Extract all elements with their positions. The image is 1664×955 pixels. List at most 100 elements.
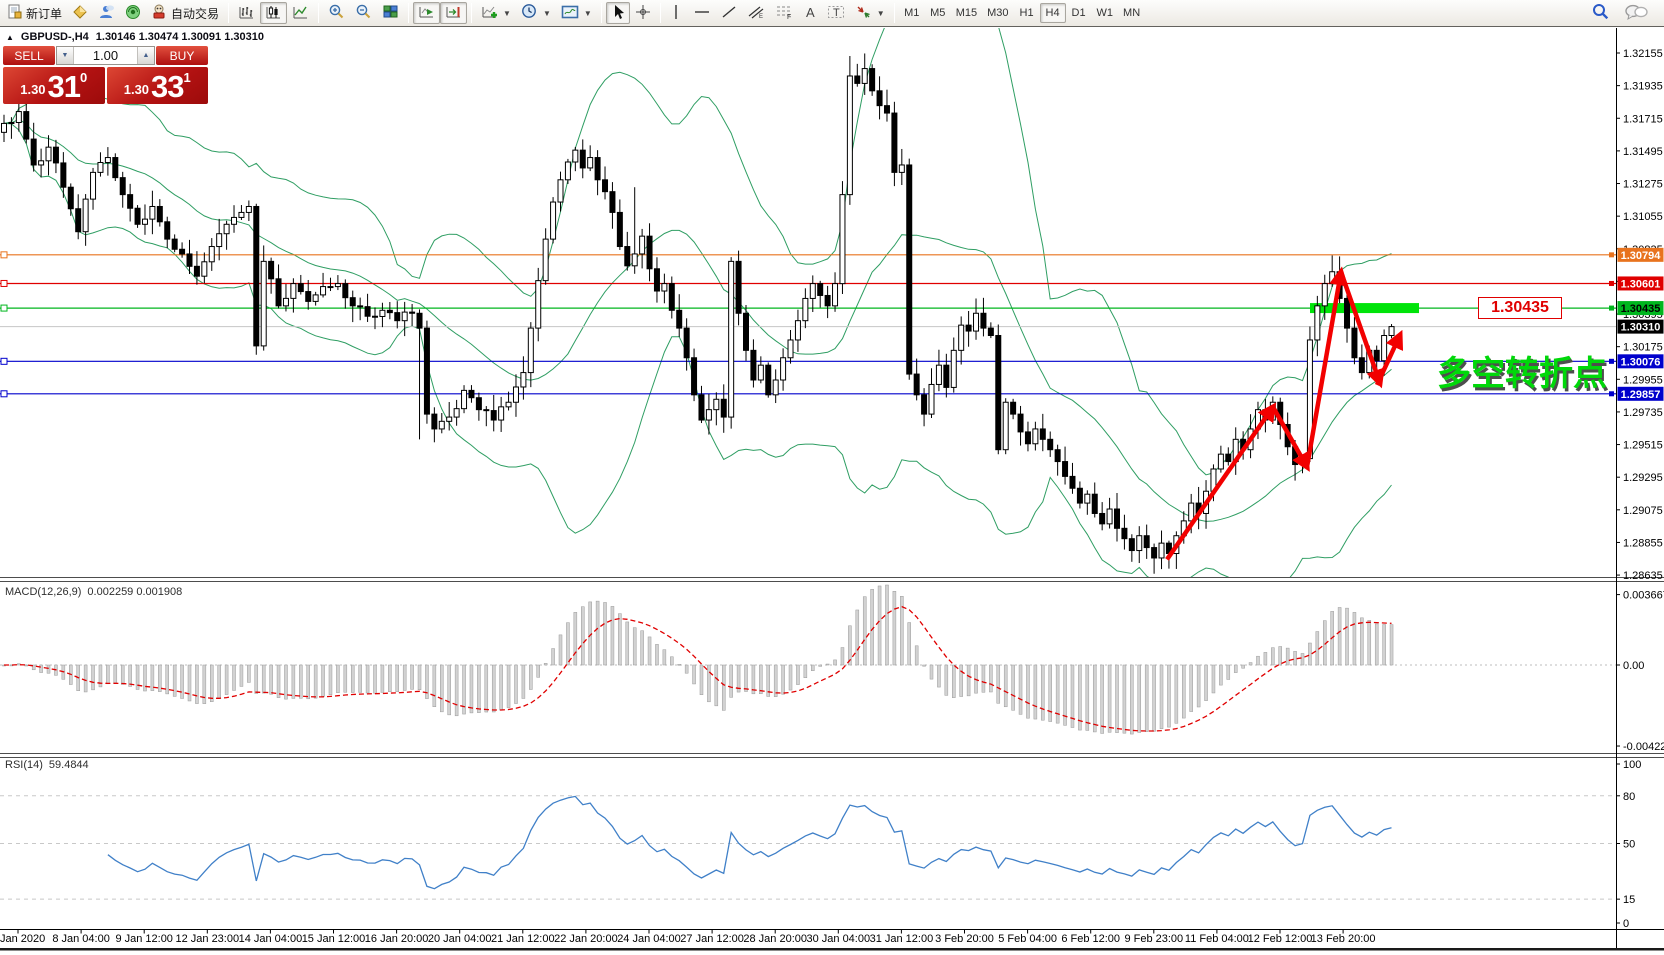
main-price-pane[interactable] [0,28,1616,594]
macd-histogram-bar [314,665,317,698]
trend-arrow[interactable] [1273,407,1307,467]
line-anchor-marker[interactable] [1,358,7,364]
zoom-out-button[interactable] [350,2,377,24]
fibonacci-button[interactable]: F [770,2,798,24]
auto-trading-button[interactable]: 自动交易 [146,2,224,24]
timeframe-button-M5[interactable]: M5 [925,3,951,23]
price-callout[interactable]: 1.30435 [1478,297,1562,319]
candle-up [929,384,934,414]
volume-value[interactable]: 1.00 [74,47,137,64]
collapse-icon[interactable]: ▲ [6,33,14,42]
signal-button[interactable] [120,2,146,24]
buy-price[interactable]: 1.30 33 1 [107,67,209,104]
rsi-axis-label: 80 [1623,791,1635,803]
horizontal-line-button[interactable] [688,2,716,24]
candle-up [499,407,504,420]
macd-histogram-bar [611,606,614,665]
profile-button[interactable] [67,2,93,24]
time-axis[interactable]: 6 Jan 20208 Jan 04:009 Jan 12:0012 Jan 2… [0,930,1376,946]
timeframe-button-H4[interactable]: H4 [1040,3,1066,23]
timeframe-button-M1[interactable]: M1 [899,3,925,23]
macd-histogram-bar [374,665,377,693]
trend-arrow[interactable] [1377,335,1400,385]
crosshair-button[interactable] [630,2,656,24]
macd-histogram-bar [121,665,124,684]
line-anchor-marker[interactable] [1,305,7,311]
sell-button[interactable]: SELL [3,46,55,65]
candle-up [462,390,467,408]
price-tag-1.29857-text: 1.29857 [1621,389,1661,401]
sell-price[interactable]: 1.30 31 0 [3,67,105,104]
candle-up [447,417,452,421]
line-anchor-marker [1609,281,1614,286]
macd-histogram-bar [648,637,651,665]
macd-histogram-bar [299,665,302,698]
chat-icon[interactable] [1624,3,1648,24]
volume-up-button[interactable]: ▲ [137,47,154,64]
auto-scroll-button[interactable] [413,2,440,24]
trendline-button[interactable] [716,2,742,24]
trend-arrow[interactable] [1167,407,1273,559]
timeframe-button-D1[interactable]: D1 [1066,3,1092,23]
periods-button[interactable]: ▼ [516,2,556,24]
text-button[interactable]: A [798,2,822,24]
candlestick-button[interactable] [260,2,287,24]
timeframe-button-H1[interactable]: H1 [1014,3,1040,23]
macd-histogram-bar [1294,651,1297,665]
price-tick-label: 1.29515 [1623,440,1663,452]
candle-up [1218,454,1223,469]
arrows-button[interactable]: ▼ [850,2,890,24]
chart-canvas[interactable]: 1.321551.319351.317151.314951.312751.310… [0,28,1664,955]
tile-windows-button[interactable] [377,2,404,24]
candle-down [617,212,622,246]
time-tick-label: 12 Jan 23:00 [175,933,239,945]
candle-up [588,158,593,168]
timeframe-button-W1[interactable]: W1 [1092,3,1119,23]
macd-histogram-bar [566,623,569,665]
chart-window[interactable]: 1.321551.319351.317151.314951.312751.310… [0,28,1664,955]
price-axis[interactable]: 1.321551.319351.317151.314951.312751.310… [1609,48,1664,930]
macd-histogram-bar [166,665,169,694]
indicators-button[interactable]: ▼ [476,2,516,24]
volume-down-button[interactable]: ▼ [57,47,74,64]
bar-chart-button[interactable] [233,2,260,24]
new-order-button[interactable]: 新订单 [2,2,67,24]
line-anchor-marker[interactable] [1,280,7,286]
time-tick-label: 28 Jan 20:00 [743,933,807,945]
macd-histogram-bar [707,665,710,702]
candle-up [840,195,845,284]
trend-arrows[interactable] [1167,272,1400,559]
timeframe-button-MN[interactable]: MN [1118,3,1145,23]
turning-point-annotation[interactable]: 多空转折点 [1437,356,1607,392]
search-icon[interactable] [1591,2,1610,24]
timeframe-button-M15[interactable]: M15 [951,3,982,23]
macd-histogram-bar [811,665,814,671]
line-chart-button[interactable] [287,2,314,24]
templates-button[interactable]: ▼ [556,2,597,24]
vertical-line-button[interactable] [665,2,688,24]
rsi-value: 59.4844 [49,759,89,771]
toolbar-separator [228,3,229,23]
macd-histogram-bar [989,665,992,692]
cursor-button[interactable] [606,2,630,24]
zoom-in-button[interactable] [323,2,350,24]
macd-histogram-bar [789,665,792,690]
candle-down [870,69,875,91]
macd-histogram-bar [655,644,658,665]
channel-button[interactable]: E [742,2,770,24]
candle-up [16,112,21,123]
label-button[interactable]: T [822,2,850,24]
chart-shift-button[interactable] [440,2,467,24]
line-anchor-marker[interactable] [1,252,7,258]
macd-histogram-bar [819,665,822,666]
buy-button[interactable]: BUY [156,46,208,65]
candle-down [684,328,689,358]
price-tick-label: 1.28635 [1623,570,1663,582]
line-anchor-marker[interactable] [1,391,7,397]
macd-pane[interactable] [0,585,1616,734]
macd-histogram-bar [336,665,339,693]
macd-histogram-bar [366,665,369,693]
timeframe-button-M30[interactable]: M30 [982,3,1013,23]
community-button[interactable] [93,2,120,24]
rsi-pane[interactable] [0,796,1616,899]
